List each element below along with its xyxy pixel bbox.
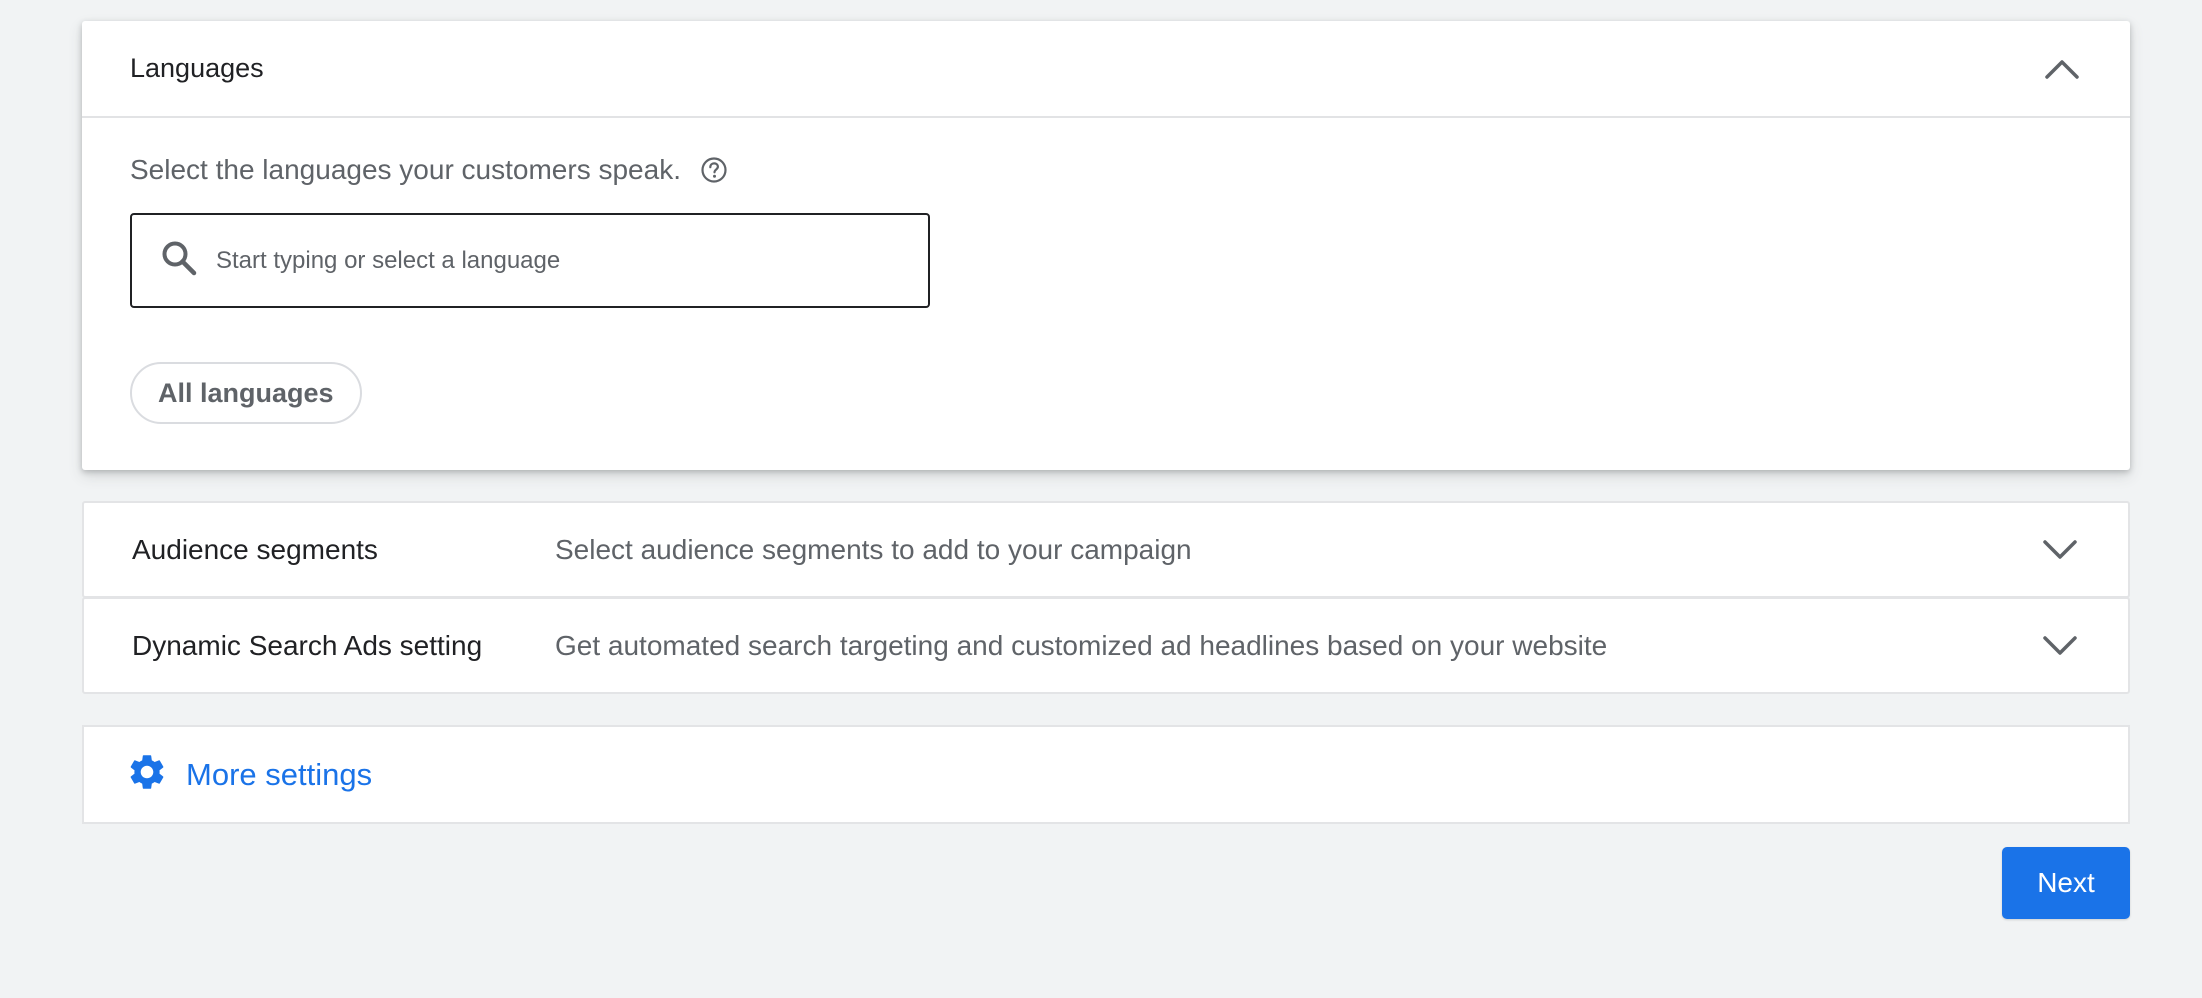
languages-header[interactable]: Languages [82, 21, 2130, 118]
search-icon [160, 239, 198, 282]
languages-description-row: Select the languages your customers spea… [130, 150, 2130, 190]
dynamic-search-ads-title: Dynamic Search Ads setting [132, 629, 483, 661]
languages-description: Select the languages your customers spea… [130, 154, 681, 185]
dynamic-search-ads-content: Dynamic Search Ads setting Get automated… [132, 630, 1607, 662]
gear-icon [126, 751, 168, 798]
chevron-up-icon[interactable] [2042, 49, 2082, 89]
languages-body: Select the languages your customers spea… [82, 118, 2130, 424]
next-button[interactable]: Next [2002, 847, 2130, 919]
audience-segments-title: Audience segments [132, 533, 378, 565]
more-settings-label: More settings [186, 756, 373, 792]
all-languages-chip[interactable]: All languages [130, 362, 362, 424]
language-search-input[interactable] [214, 245, 868, 276]
audience-segments-content: Audience segments Select audience segmen… [132, 534, 1192, 566]
audience-segments-row[interactable]: Audience segments Select audience segmen… [82, 501, 2130, 598]
chevron-down-icon[interactable] [2040, 530, 2080, 570]
languages-title: Languages [130, 53, 264, 83]
dynamic-search-ads-row[interactable]: Dynamic Search Ads setting Get automated… [82, 597, 2130, 694]
help-icon[interactable] [699, 155, 729, 185]
language-search-field[interactable] [130, 213, 930, 308]
dynamic-search-ads-description: Get automated search targeting and custo… [555, 629, 1608, 661]
languages-card: Languages Select the languages your cust… [82, 21, 2130, 470]
audience-segments-description: Select audience segments to add to your … [555, 533, 1192, 565]
more-settings-button[interactable]: More settings [82, 725, 2130, 824]
chevron-down-icon[interactable] [2040, 626, 2080, 666]
